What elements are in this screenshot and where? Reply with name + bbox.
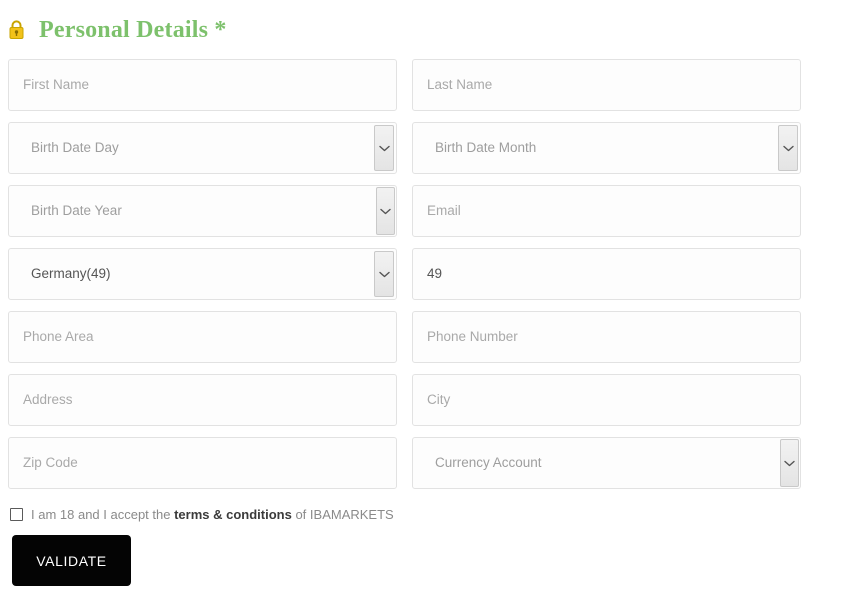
chevron-down-icon[interactable] <box>376 187 395 235</box>
phone-number-field[interactable]: Phone Number <box>412 311 801 363</box>
lock-icon <box>8 20 25 40</box>
zip-code-text: Zip Code <box>23 455 78 471</box>
terms-text-after: of IBAMARKETS <box>291 506 394 522</box>
birth-date-month-text: Birth Date Month <box>435 140 537 156</box>
birth-date-day-text: Birth Date Day <box>31 140 119 156</box>
city-field[interactable]: City <box>412 374 801 426</box>
birth-date-day-select[interactable]: Birth Date Day <box>8 122 397 174</box>
currency-account-text: Currency Account <box>435 455 542 471</box>
page-title: Personal Details * <box>39 17 227 43</box>
phone-prefix-field[interactable]: 49 <box>412 248 801 300</box>
birth-date-year-select[interactable]: Birth Date Year <box>8 185 397 237</box>
zip-code-field[interactable]: Zip Code <box>8 437 397 489</box>
email-text: Email <box>427 203 461 219</box>
terms-text-before: I am 18 and I accept the <box>31 506 175 522</box>
address-field[interactable]: Address <box>8 374 397 426</box>
terms-label: I am 18 and I accept the terms & conditi… <box>31 508 394 521</box>
phone-prefix-text: 49 <box>427 266 443 282</box>
terms-conditions-link[interactable]: terms & conditions <box>174 507 292 522</box>
section-header: Personal Details * <box>8 14 227 46</box>
birth-date-year-text: Birth Date Year <box>31 203 122 219</box>
address-text: Address <box>23 392 73 408</box>
phone-number-text: Phone Number <box>427 329 518 345</box>
phone-area-field[interactable]: Phone Area <box>8 311 397 363</box>
chevron-down-icon[interactable] <box>374 125 394 171</box>
currency-account-select[interactable]: Currency Account <box>412 437 801 489</box>
chevron-down-icon[interactable] <box>374 251 394 297</box>
phone-area-text: Phone Area <box>23 329 94 345</box>
terms-row: I am 18 and I accept the terms & conditi… <box>10 505 394 523</box>
first-name-field[interactable]: First Name <box>8 59 397 111</box>
terms-checkbox[interactable] <box>10 507 23 521</box>
country-text: Germany(49) <box>31 266 111 282</box>
city-text: City <box>427 392 451 408</box>
personal-details-form-page: Personal Details * First Name Last Name … <box>0 0 856 593</box>
last-name-text: Last Name <box>427 77 493 93</box>
first-name-text: First Name <box>23 77 90 93</box>
birth-date-month-select[interactable]: Birth Date Month <box>412 122 801 174</box>
email-field[interactable]: Email <box>412 185 801 237</box>
validate-button[interactable]: VALIDATE <box>12 535 131 586</box>
chevron-down-icon[interactable] <box>780 439 799 487</box>
personal-details-fields: First Name Last Name Birth Date Day Birt… <box>8 59 801 489</box>
last-name-field[interactable]: Last Name <box>412 59 801 111</box>
country-select[interactable]: Germany(49) <box>8 248 397 300</box>
chevron-down-icon[interactable] <box>778 125 798 171</box>
